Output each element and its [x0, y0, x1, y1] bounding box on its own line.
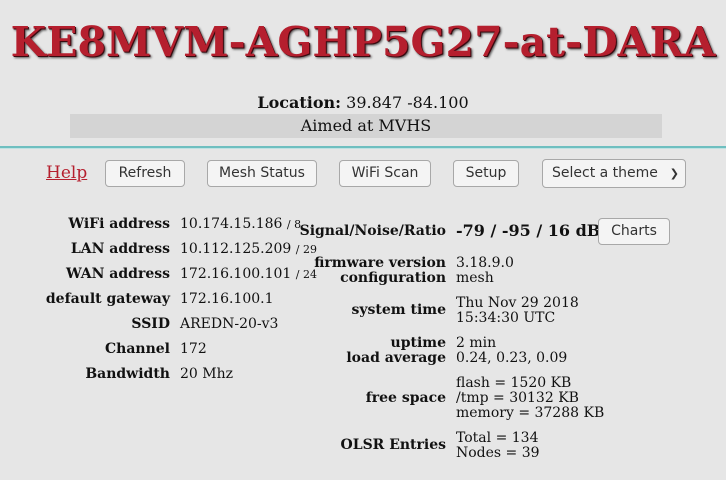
olsr-nodes-value: Nodes = 39	[456, 445, 540, 461]
flash-value: flash = 1520 KB	[456, 375, 572, 391]
chevron-down-icon: ❯	[669, 167, 679, 180]
tmp-value: /tmp = 30132 KB	[456, 390, 579, 406]
wifi-address: 10.174.15.186 / 8	[180, 216, 301, 232]
snr-value: -79 / -95 / 16 dB	[456, 221, 601, 240]
uptime-label: uptime	[390, 335, 446, 351]
free-space-label: free space	[365, 390, 446, 406]
bandwidth-value: 20 Mhz	[180, 366, 233, 382]
lan-address: 10.112.125.209 / 29	[180, 241, 317, 257]
default-gateway-value: 172.16.100.1	[180, 291, 274, 307]
channel-value: 172	[180, 341, 207, 357]
wifi-scan-button[interactable]: WiFi Scan	[339, 160, 431, 187]
default-gateway-label: default gateway	[45, 291, 170, 307]
configuration-label: configuration	[340, 270, 446, 286]
header-divider	[0, 146, 726, 149]
firmware-value: 3.18.9.0	[456, 255, 514, 271]
wan-address-value: 172.16.100.101	[180, 266, 292, 282]
theme-select-value: Select a theme	[552, 165, 658, 181]
lan-address-value: 10.112.125.209	[180, 241, 292, 257]
firmware-label: firmware version	[314, 255, 446, 271]
setup-button[interactable]: Setup	[453, 160, 519, 187]
wan-address: 172.16.100.101 / 24	[180, 266, 317, 282]
load-average-value: 0.24, 0.23, 0.09	[456, 350, 568, 366]
charts-button[interactable]: Charts	[598, 218, 670, 245]
wifi-address-value: 10.174.15.186	[180, 216, 283, 232]
location-line: Location: 39.847 -84.100	[0, 93, 726, 112]
uptime-value: 2 min	[456, 335, 497, 351]
system-date-value: Thu Nov 29 2018	[456, 295, 579, 311]
memory-value: memory = 37288 KB	[456, 405, 605, 421]
ssid-value: AREDN-20-v3	[180, 316, 279, 332]
olsr-total-value: Total = 134	[456, 430, 539, 446]
olsr-entries-label: OLSR Entries	[340, 437, 446, 453]
load-average-label: load average	[346, 350, 446, 366]
system-clock-value: 15:34:30 UTC	[456, 310, 556, 326]
help-link[interactable]: Help	[46, 163, 87, 183]
node-name-title: KE8MVM-AGHP5G27-at-DARA	[10, 18, 716, 66]
location-label: Location:	[257, 93, 342, 112]
channel-label: Channel	[105, 341, 170, 357]
lan-address-label: LAN address	[70, 241, 170, 257]
wifi-address-label: WiFi address	[68, 216, 170, 232]
mesh-status-button[interactable]: Mesh Status	[207, 160, 317, 187]
node-description: Aimed at MVHS	[70, 114, 662, 138]
bandwidth-label: Bandwidth	[85, 366, 170, 382]
location-value: 39.847 -84.100	[346, 93, 469, 112]
theme-select[interactable]: Select a theme ❯	[542, 159, 686, 188]
configuration-value: mesh	[456, 270, 494, 286]
ssid-label: SSID	[131, 316, 170, 332]
snr-label: Signal/Noise/Ratio	[299, 223, 446, 239]
system-time-label: system time	[351, 302, 446, 318]
wan-address-label: WAN address	[65, 266, 170, 282]
refresh-button[interactable]: Refresh	[105, 160, 185, 187]
